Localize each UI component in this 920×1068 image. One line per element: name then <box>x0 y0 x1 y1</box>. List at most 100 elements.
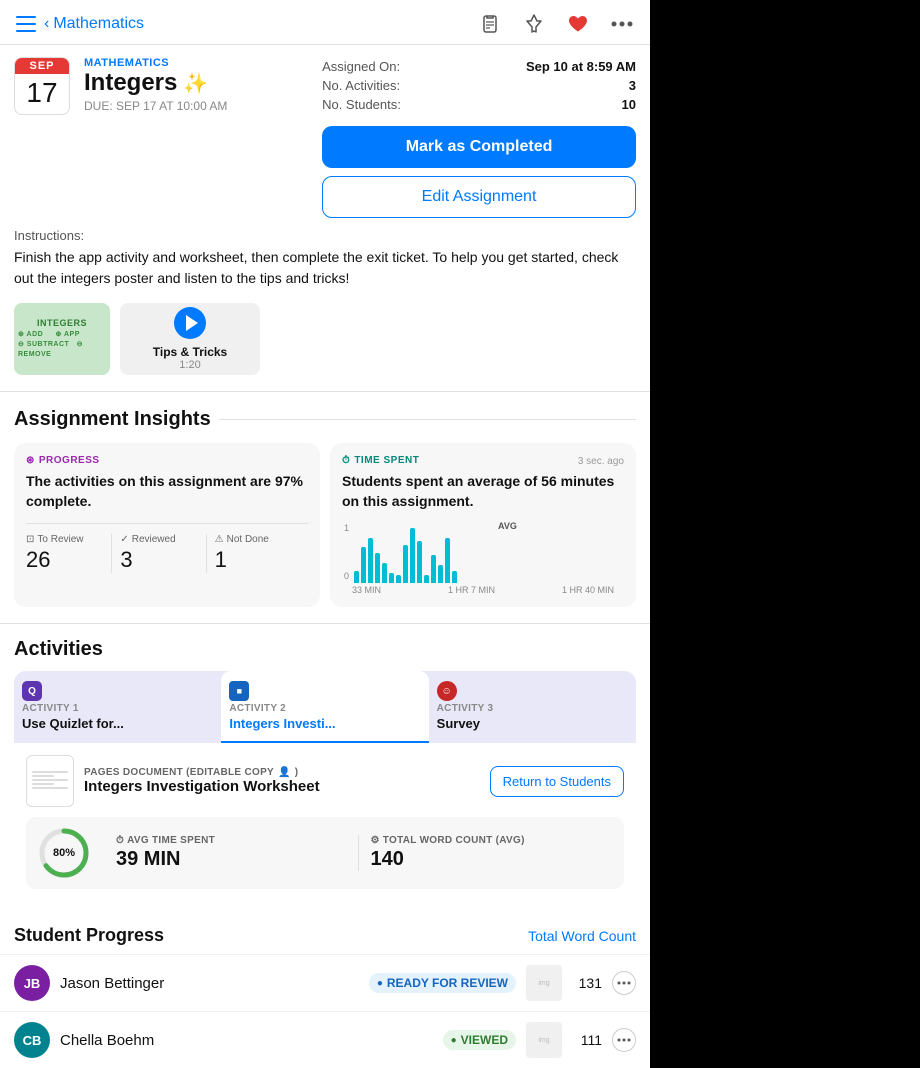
x-label-1: 1 HR 7 MIN <box>448 585 495 595</box>
avg-label: AVG <box>498 521 517 531</box>
chart-bar <box>417 541 422 583</box>
doc-name: Integers Investigation Worksheet <box>84 778 480 795</box>
instructions-section: Instructions: Finish the app activity an… <box>0 228 650 299</box>
to-review-stat: ⊡ To Review 26 <box>26 534 112 573</box>
progress-circle: 80% <box>38 827 90 879</box>
edit-assignment-button[interactable]: Edit Assignment <box>322 176 636 218</box>
header-section: SEP 17 MATHEMATICS Integers ✨ DUE: SEP 1… <box>0 45 650 228</box>
chart-bar-avg <box>410 528 415 583</box>
x-label-2: 1 HR 40 MIN <box>562 585 614 595</box>
action-buttons-area: Mark as Completed Edit Assignment <box>322 126 636 218</box>
sidebar-toggle-button[interactable] <box>14 12 38 36</box>
pages-icon: ■ <box>229 681 249 701</box>
heart-icon[interactable] <box>564 10 592 38</box>
student-name-1: Chella Boehm <box>60 1032 433 1049</box>
activities-card: Q ACTIVITY 1 Use Quizlet for... ■ ACTIVI… <box>14 671 636 901</box>
clock-icon: ⏱ <box>342 455 350 466</box>
pin-icon[interactable] <box>520 10 548 38</box>
play-button[interactable] <box>174 307 206 339</box>
student-more-1[interactable] <box>612 1028 636 1052</box>
play-triangle-icon <box>186 315 198 331</box>
progress-stats: ⊡ To Review 26 ✓ Reviewed 3 ⚠ Not Done <box>26 523 308 573</box>
chart-container: 1 0 AVG <box>342 523 624 595</box>
doc-card-header: PAGES DOCUMENT (EDITABLE COPY 👤 ) Intege… <box>26 755 624 807</box>
activity-tab-2[interactable]: ■ ACTIVITY 2 Integers Investi... <box>221 671 428 743</box>
return-to-students-button[interactable]: Return to Students <box>490 766 624 797</box>
ellipsis-icon[interactable] <box>608 10 636 38</box>
document-card: PAGES DOCUMENT (EDITABLE COPY 👤 ) Intege… <box>14 743 636 901</box>
progress-label: ⊛ PROGRESS <box>26 455 308 466</box>
activities-tabs: Q ACTIVITY 1 Use Quizlet for... ■ ACTIVI… <box>14 671 636 743</box>
doc-type-label: PAGES DOCUMENT (EDITABLE COPY 👤 ) <box>84 767 480 778</box>
student-name-0: Jason Bettinger <box>60 975 359 992</box>
student-status-1: ● VIEWED <box>443 1030 516 1050</box>
video-title: Tips & Tricks <box>153 345 227 359</box>
assignment-title: Integers ✨ <box>84 69 308 97</box>
no-students-row: No. Students: 10 <box>322 97 636 112</box>
activities-title-area: Activities <box>0 624 650 661</box>
tips-tricks-video[interactable]: Tips & Tricks 1:20 <box>120 303 260 375</box>
chart-area: 1 0 AVG <box>342 523 624 583</box>
integers-poster: INTEGERS ⊕ ADD ⊕ APP ⊖ SUBTRACT ⊖ REMOVE <box>14 303 110 375</box>
student-count-1: 111 <box>572 1032 602 1048</box>
time-text: Students spent an average of 56 minutes … <box>342 472 624 511</box>
clipboard-icon[interactable] <box>476 10 504 38</box>
person-icon: 👤 <box>278 767 291 778</box>
back-button[interactable]: ‹ Mathematics <box>44 15 144 33</box>
time-card: ⏱ TIME SPENT 3 sec. ago Students spent a… <box>330 443 636 607</box>
date-badge: SEP 17 <box>14 57 70 115</box>
top-bar: ‹ Mathematics <box>0 0 650 45</box>
word-count-icon: ⚙ <box>371 835 380 846</box>
y-label-1: 1 <box>344 523 349 533</box>
progress-text: The activities on this assignment are 97… <box>26 472 308 511</box>
header-meta: Assigned On: Sep 10 at 8:59 AM No. Activ… <box>322 57 636 218</box>
mark-completed-button[interactable]: Mark as Completed <box>322 126 636 168</box>
clock-small-icon: ⏱ <box>116 835 124 846</box>
survey-icon: ☺ <box>437 681 457 701</box>
chart-bar <box>445 538 450 583</box>
no-activities-row: No. Activities: 3 <box>322 78 636 93</box>
chart-bar <box>403 545 408 583</box>
chart-bar <box>431 555 436 583</box>
quizlet-icon: Q <box>22 681 42 701</box>
student-more-0[interactable] <box>612 971 636 995</box>
x-label-0: 33 MIN <box>352 585 381 595</box>
doc-stats: 80% ⏱ AVG TIME SPENT 39 MIN ⚙ TOTAL WORD… <box>26 817 624 889</box>
chart-bar <box>438 565 443 583</box>
top-bar-left: ‹ Mathematics <box>14 12 144 36</box>
student-status-0: ● READY FOR REVIEW <box>369 973 516 993</box>
doc-thumbnail <box>26 755 74 807</box>
insights-section-header: Assignment Insights <box>0 392 650 443</box>
student-thumbnail-0: img <box>526 965 562 1001</box>
progress-card: ⊛ PROGRESS The activities on this assign… <box>14 443 320 607</box>
student-progress-title: Student Progress <box>14 925 164 946</box>
circle-label: 80% <box>53 847 75 859</box>
subject-label: MATHEMATICS <box>84 57 308 69</box>
chart-bar <box>354 571 359 583</box>
media-row: INTEGERS ⊕ ADD ⊕ APP ⊖ SUBTRACT ⊖ REMOVE… <box>0 299 650 391</box>
chart-x-axis: 33 MIN 1 HR 7 MIN 1 HR 40 MIN <box>342 585 624 595</box>
top-bar-right <box>476 10 636 38</box>
time-label: ⏱ TIME SPENT <box>342 455 419 466</box>
instructions-label: Instructions: <box>14 228 636 243</box>
doc-info: PAGES DOCUMENT (EDITABLE COPY 👤 ) Intege… <box>84 767 480 795</box>
blue-dot-icon: ● <box>377 978 383 989</box>
chevron-left-icon: ‹ <box>44 15 49 33</box>
chart-bar <box>382 563 387 583</box>
student-list: JB Jason Bettinger ● READY FOR REVIEW im… <box>0 954 650 1068</box>
reviewed-stat: ✓ Reviewed 3 <box>120 534 206 573</box>
total-word-count-link[interactable]: Total Word Count <box>528 928 636 944</box>
back-label: Mathematics <box>53 15 144 33</box>
student-thumbnail-1: img <box>526 1022 562 1058</box>
chart-bar <box>396 575 401 583</box>
sparkle-icon: ✨ <box>183 71 208 96</box>
chart-bar <box>452 571 457 583</box>
due-date: DUE: SEP 17 AT 10:00 AM <box>84 99 308 113</box>
not-done-stat: ⚠ Not Done 1 <box>215 534 300 573</box>
student-avatar-cb: CB <box>14 1022 50 1058</box>
activity-tab-3[interactable]: ☺ ACTIVITY 3 Survey <box>429 671 636 743</box>
progress-icon: ⊛ <box>26 455 35 466</box>
activity-tab-1[interactable]: Q ACTIVITY 1 Use Quizlet for... <box>14 671 221 743</box>
chart-bar <box>368 538 373 583</box>
insights-grid: ⊛ PROGRESS The activities on this assign… <box>0 443 650 623</box>
